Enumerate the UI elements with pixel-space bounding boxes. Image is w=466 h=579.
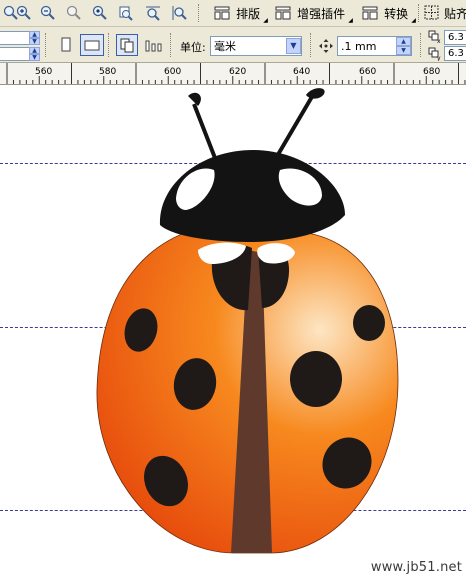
ruler-label: 660 (359, 67, 377, 77)
duplicate-y-value: 6.3 (448, 48, 464, 59)
ruler-label: 680 (423, 67, 441, 77)
nudge-icon (317, 35, 335, 57)
duplicate-x-icon: x (428, 30, 442, 45)
convert-label: 转换 (384, 6, 409, 21)
dropdown-arrow-icon: ◢ (348, 17, 353, 24)
spin-up-icon[interactable]: ▲ (29, 31, 40, 38)
duplicate-y-field[interactable]: 6.3 (444, 46, 466, 61)
spin-up-icon[interactable]: ▲ (29, 47, 40, 54)
drawing-canvas[interactable]: www.jb51.net (0, 85, 466, 579)
convert-icon (362, 6, 378, 20)
main-toolbar: 排版 ◢ 增强插件 ◢ 转换 ◢ 贴齐 (0, 0, 466, 27)
watermark-text: www.jb51.net (370, 560, 462, 575)
toolbar-separator (170, 33, 173, 57)
toolbar-separator (108, 33, 111, 57)
toolbar-separator (310, 33, 313, 57)
snap-icon (424, 5, 439, 20)
zoom-all-icon[interactable] (91, 2, 109, 24)
duplicate-x-value: 6.3 (448, 32, 464, 43)
plugin-icon (275, 6, 291, 20)
toolbar-separator (418, 4, 421, 22)
snap-button[interactable]: 贴齐 (424, 2, 466, 24)
portrait-button[interactable] (56, 34, 76, 56)
zoom-page-icon[interactable] (117, 2, 135, 24)
ruler-label: 560 (35, 67, 53, 77)
ruler-label: 600 (164, 67, 182, 77)
left-antenna (192, 103, 217, 159)
ruler-label: 620 (229, 67, 247, 77)
convert-button[interactable]: 转换 ◢ (360, 2, 418, 24)
svg-text:y: y (437, 55, 441, 61)
toolbar-separator (198, 4, 201, 22)
layout-button[interactable]: 排版 ◢ (210, 2, 272, 24)
shell-spot (290, 351, 342, 407)
enhance-plugin-label: 增强插件 (297, 6, 346, 21)
landscape-page-icon (84, 40, 100, 51)
all-pages-icon (120, 38, 134, 53)
right-antenna-tip (306, 88, 325, 99)
current-page-button[interactable] (143, 34, 165, 56)
ruler-label: 640 (293, 67, 311, 77)
shell-spot (353, 305, 385, 341)
zoom-selected-icon[interactable] (65, 2, 83, 24)
height-field[interactable] (0, 47, 30, 61)
spin-down-icon[interactable]: ▼ (396, 46, 411, 55)
right-antenna (274, 93, 315, 160)
duplicate-y-icon: y (428, 46, 442, 62)
nudge-value: .1 mm (341, 39, 377, 53)
dropdown-arrow-icon: ◢ (411, 17, 416, 24)
spin-up-icon[interactable]: ▲ (396, 37, 411, 46)
spin-down-icon[interactable]: ▼ (29, 54, 40, 61)
snap-label: 贴齐 (444, 6, 466, 21)
landscape-button[interactable] (80, 34, 104, 56)
horizontal-ruler[interactable]: 560 580 600 620 640 660 680 (0, 63, 466, 85)
dropdown-arrow-icon: ◢ (263, 17, 268, 24)
zoom-in-icon[interactable] (15, 2, 33, 24)
property-bar: ▲ ▼ ▲ ▼ 单位: 毫米 ▼ .1 mm ▲ ▼ x 6.3 y 6.3 (0, 27, 466, 63)
layout-icon (214, 6, 230, 20)
zoom-out-icon[interactable] (39, 2, 57, 24)
zoom-width-icon[interactable] (144, 2, 162, 24)
width-field[interactable] (0, 31, 30, 45)
duplicate-x-field[interactable]: 6.3 (444, 30, 466, 45)
spin-down-icon[interactable]: ▼ (29, 38, 40, 45)
portrait-page-icon (61, 37, 71, 52)
ruler-label: 580 (99, 67, 117, 77)
current-page-icon (145, 40, 162, 52)
chevron-down-icon[interactable]: ▼ (286, 38, 301, 54)
svg-text:x: x (437, 38, 441, 44)
toolbar-separator (420, 33, 423, 57)
unit-label: 单位: (180, 41, 206, 54)
zoom-height-icon[interactable] (170, 2, 188, 24)
all-pages-button[interactable] (116, 34, 138, 56)
ladybug-illustration[interactable] (0, 85, 466, 579)
unit-value: 毫米 (214, 40, 236, 53)
toolbar-separator (45, 33, 48, 57)
layout-label: 排版 (236, 6, 261, 21)
enhance-plugin-button[interactable]: 增强插件 ◢ (274, 2, 354, 24)
